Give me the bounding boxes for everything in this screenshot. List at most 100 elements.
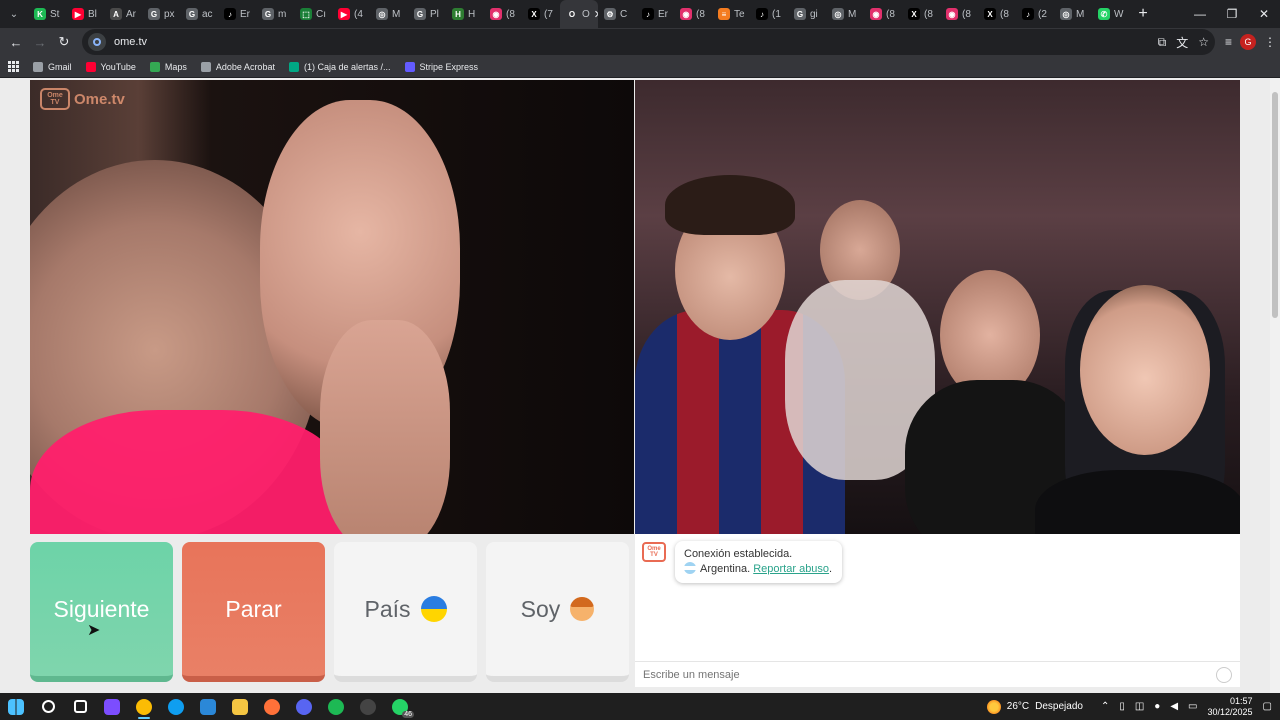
profile-avatar[interactable]: G [1240,34,1256,50]
apps-grid-icon[interactable] [8,61,19,72]
browser-tab[interactable]: ♪ Er [218,0,256,28]
clock[interactable]: 01:57 30/12/2025 [1208,696,1253,718]
taskbar-task-view-button[interactable] [64,693,96,720]
menu-icon[interactable]: ⋮ [1264,35,1276,49]
bookmark-item[interactable]: YouTube [85,61,136,72]
bookmark-item[interactable]: Adobe Acrobat [200,61,275,72]
report-abuse-link[interactable]: Reportar abuso [753,563,829,575]
browser-tab[interactable]: ≡ Te [712,0,750,28]
taskbar-obs-button[interactable] [352,693,384,720]
url-text[interactable]: ome.tv [114,36,147,48]
control-buttons: Siguiente Parar País Soy [30,542,629,682]
page-scrollbar[interactable] [1270,78,1280,693]
system-message: Conexión establecida. Argentina. Reporta… [675,541,843,583]
message-input[interactable] [643,668,1216,681]
forward-icon[interactable]: → [28,30,52,54]
restore-icon[interactable]: ❐ [1216,0,1248,28]
usb-icon[interactable]: ▯ [1119,701,1125,712]
partner-country: Argentina. [700,563,751,575]
browser-tab[interactable]: Gac [180,0,218,28]
volume-icon[interactable]: ◀ [1170,701,1178,712]
weather-widget[interactable]: 26°C Despejado [986,699,1083,714]
browser-tab[interactable]: ✆ W [1092,0,1130,28]
mic-icon[interactable]: ● [1154,701,1160,712]
bookmark-star-icon[interactable]: ☆ [1198,35,1209,49]
browser-tab[interactable]: OO✕ [560,0,598,28]
taskbar-firefox-button[interactable] [256,693,288,720]
browser-tab[interactable]: X (8 [978,0,1016,28]
browser-tab[interactable]: ▶ (4 [332,0,370,28]
minimize-icon[interactable]: — [1184,0,1216,28]
taskbar-spotify-button[interactable] [320,693,352,720]
tab-title: ac [202,8,213,20]
browser-tab[interactable]: ♪ (2 [1016,0,1054,28]
browser-tab[interactable]: ♪ (1 [750,0,788,28]
bookmark-item[interactable]: (1) Caja de alertas /... [288,61,391,72]
browser-tab[interactable]: ♪ Er [636,0,674,28]
notifications-icon[interactable]: ▢ [1263,701,1272,712]
stop-button[interactable]: Parar [182,542,325,682]
browser-tab[interactable]: A Ar [104,0,142,28]
install-app-icon[interactable]: ⧉ [1158,35,1167,50]
browser-tab[interactable]: ◉ (8 [940,0,978,28]
chevron-up-icon[interactable]: ⌃ [1101,701,1109,712]
taskbar-chrome-button[interactable] [128,693,160,720]
bookmark-item[interactable]: Maps [149,61,187,72]
browser-tab[interactable]: HH [446,0,484,28]
browser-tab[interactable]: ⬚ Cı [294,0,332,28]
browser-tab[interactable]: X (7 [522,0,560,28]
address-bar[interactable]: ome.tv ⧉ 文 ☆ [82,29,1215,55]
next-button[interactable]: Siguiente [30,542,173,682]
taskbar-copilot-button[interactable] [96,693,128,720]
browser-tab[interactable]: ⚙ C [598,0,636,28]
browser-tab[interactable]: K St [28,0,66,28]
tab-search-icon[interactable]: ⌄ [0,0,28,28]
browser-tab[interactable]: Gm [256,0,294,28]
back-icon[interactable]: ← [4,30,28,54]
site-info-icon[interactable] [88,33,106,51]
close-window-icon[interactable]: ✕ [1248,0,1280,28]
task-view-icon [73,700,87,713]
tab-title: (7 [544,8,553,20]
browser-tab[interactable]: ◎ M [1054,0,1092,28]
browser-tab[interactable]: Ggi [788,0,826,28]
reload-icon[interactable]: ↻ [52,30,76,54]
reading-list-icon[interactable]: ≡ [1225,35,1232,49]
emoji-picker-icon[interactable] [1216,666,1232,683]
scrollbar-thumb[interactable] [1272,92,1278,318]
browser-tab[interactable]: Gpx [142,0,180,28]
bookmark-item[interactable]: Stripe Express [404,61,478,72]
spotify-icon [328,698,344,715]
browser-tab[interactable]: ◎ M [370,0,408,28]
browser-tab[interactable]: ◎ M [826,0,864,28]
browser-tab[interactable]: X (8 [902,0,940,28]
tab-favicon-icon: ◎ [376,8,388,20]
tab-favicon-icon: A [110,8,122,20]
network-icon[interactable]: ◫ [1135,701,1144,712]
next-button-label: Siguiente [53,595,150,622]
taskbar-explorer-button[interactable] [224,693,256,720]
bookmark-item[interactable]: Gmail [33,61,72,72]
clock-date: 30/12/2025 [1207,706,1253,717]
taskbar-edge-button[interactable] [160,693,192,720]
gender-button[interactable]: Soy [486,542,629,682]
country-button[interactable]: País [334,542,477,682]
taskbar-discord-button[interactable] [288,693,320,720]
new-tab-button[interactable]: + [1130,0,1156,28]
browser-tab[interactable]: ▶ Bl [66,0,104,28]
translate-icon[interactable]: 文 [1176,34,1188,51]
taskbar-whatsapp-button[interactable]: 46 [384,693,416,720]
display-icon[interactable]: ▭ [1188,701,1197,712]
tab-favicon-icon: ≡ [718,8,730,20]
bookmark-list: Gmail YouTube Maps Adobe Acrobat (1) Caja de… [33,61,478,72]
tab-title: (8 [696,8,705,20]
browser-tab[interactable]: ◉ (8 [674,0,712,28]
taskbar-start-button[interactable] [0,693,32,720]
browser-tab[interactable]: G Pl [408,0,446,28]
browser-tab[interactable]: ◉ (8 [864,0,902,28]
copilot-icon [104,698,120,715]
tab-favicon-icon: G [186,8,198,20]
taskbar-store-button[interactable] [192,693,224,720]
taskbar-search-button[interactable] [32,693,64,720]
browser-tab[interactable]: ◉ (8 [484,0,522,28]
